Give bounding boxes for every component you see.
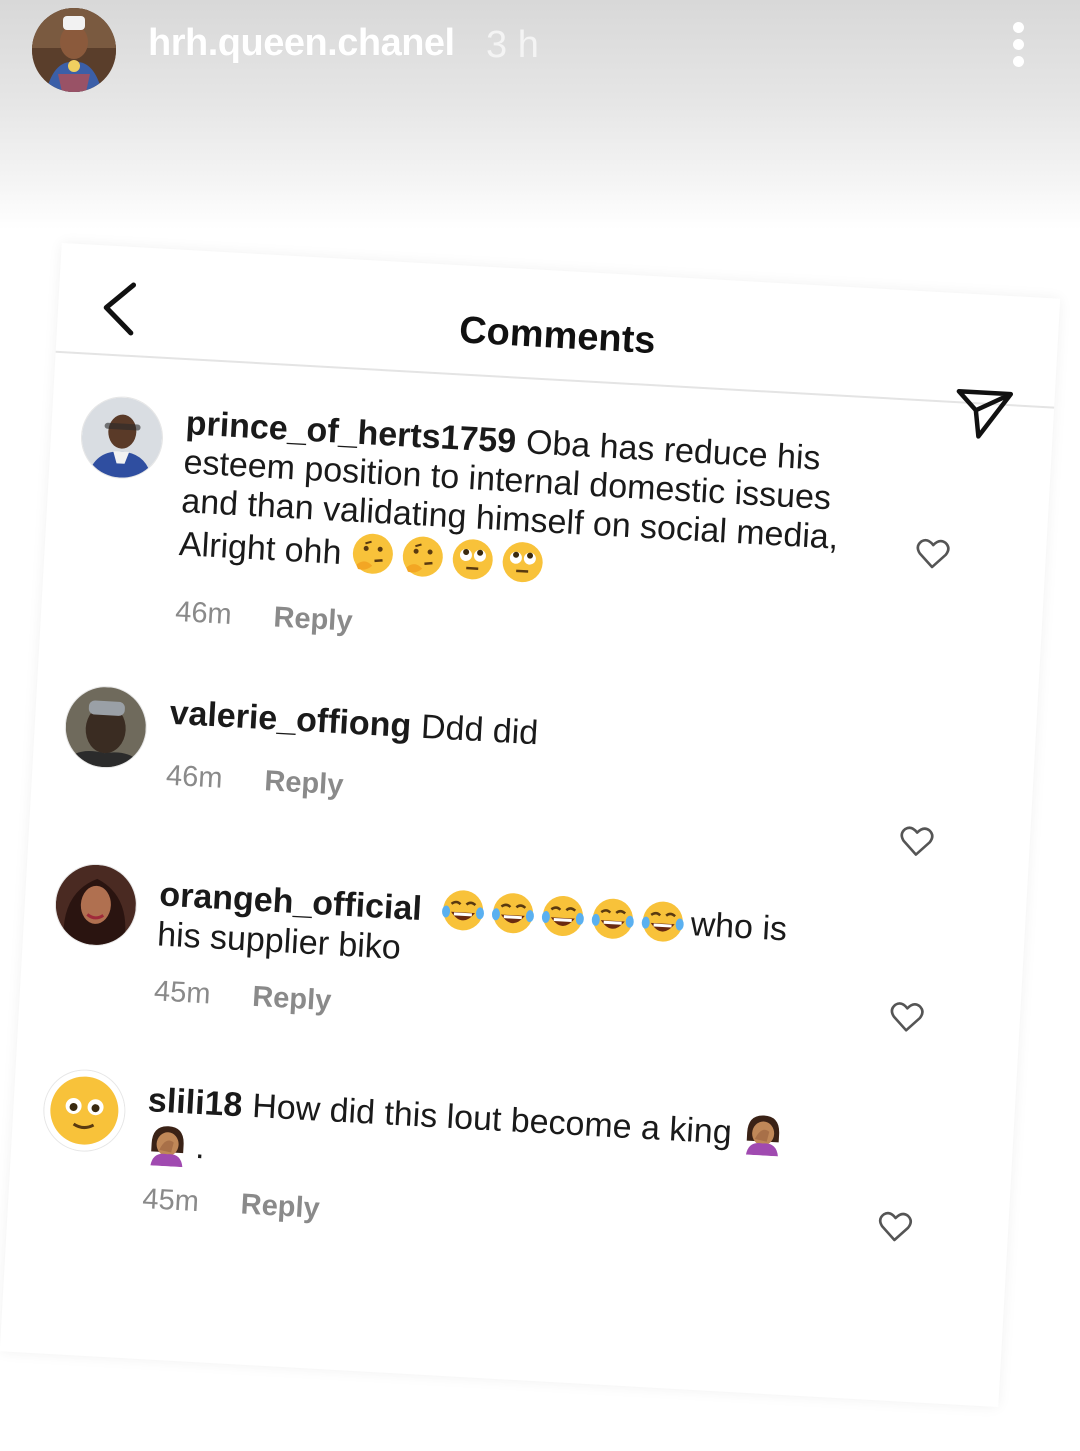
story-header: hrh.queen.chanel 3 h [0,0,1080,230]
comment-time: 46m [165,759,224,795]
tears-of-joy-emoji [640,898,686,944]
tears-of-joy-emoji [590,896,636,942]
comment-item: slili18 How did this lout become a king .… [16,1066,1014,1242]
comment-text: orangeh_official who is his supplier bik… [156,871,820,991]
comment-body: Ddd did [420,707,540,753]
reply-button[interactable]: Reply [252,981,333,1017]
comment-time: 46m [174,595,233,631]
comments-header: Comments [55,242,1061,409]
story-avatar[interactable] [32,8,116,92]
reply-button[interactable]: Reply [264,765,345,801]
like-heart-icon[interactable] [915,537,951,571]
reply-button[interactable]: Reply [240,1188,321,1224]
comment-meta: 45m Reply [153,975,332,1018]
avatar[interactable] [41,1067,128,1154]
comment-item: valerie_offiong Ddd did 46m Reply [37,682,1035,856]
comment-body: How did this lout become a king [251,1086,733,1152]
comment-item: prince_of_herts1759 Oba has reduce his es… [53,393,1051,638]
comment-text: prince_of_herts1759 Oba has reduce his es… [178,404,846,602]
eye-roll-face-emoji [450,536,496,582]
avatar[interactable] [52,861,140,949]
avatar[interactable] [62,683,150,771]
page-title: Comments [458,309,657,363]
comment-text: valerie_offiong Ddd did [169,694,830,770]
comment-username[interactable]: slili18 [147,1081,243,1124]
comment-meta: 45m Reply [142,1183,321,1226]
share-send-icon[interactable] [952,385,1015,444]
thinking-face-emoji [350,531,396,577]
face-palm-emoji [144,1121,190,1168]
comment-meta: 46m Reply [165,760,344,803]
story-timestamp: 3 h [486,24,539,66]
comment-text: slili18 How did this lout become a king . [144,1077,808,1202]
thinking-face-emoji [400,533,446,579]
tears-of-joy-emoji [490,890,536,936]
eye-roll-face-emoji [499,539,545,585]
comment-time: 45m [141,1182,200,1219]
comment-time: 45m [153,975,212,1011]
comments-screenshot: Comments prince_of_herts1759 Oba has redu… [0,242,1061,1408]
comment-trailing: . [194,1127,207,1167]
like-heart-icon[interactable] [877,1210,913,1244]
comment-username[interactable]: valerie_offiong [169,694,413,745]
comment-meta: 46m Reply [174,596,353,639]
story-username[interactable]: hrh.queen.chanel [148,22,455,65]
comment-item: orangeh_official who is his supplier bik… [27,860,1025,1032]
reply-button[interactable]: Reply [273,601,354,637]
tears-of-joy-emoji [440,887,486,933]
face-palm-emoji [740,1110,786,1157]
avatar[interactable] [78,394,166,481]
more-options-icon[interactable] [1004,22,1032,72]
like-heart-icon[interactable] [889,1000,925,1034]
like-heart-icon[interactable] [899,825,935,859]
tears-of-joy-emoji [540,893,586,939]
